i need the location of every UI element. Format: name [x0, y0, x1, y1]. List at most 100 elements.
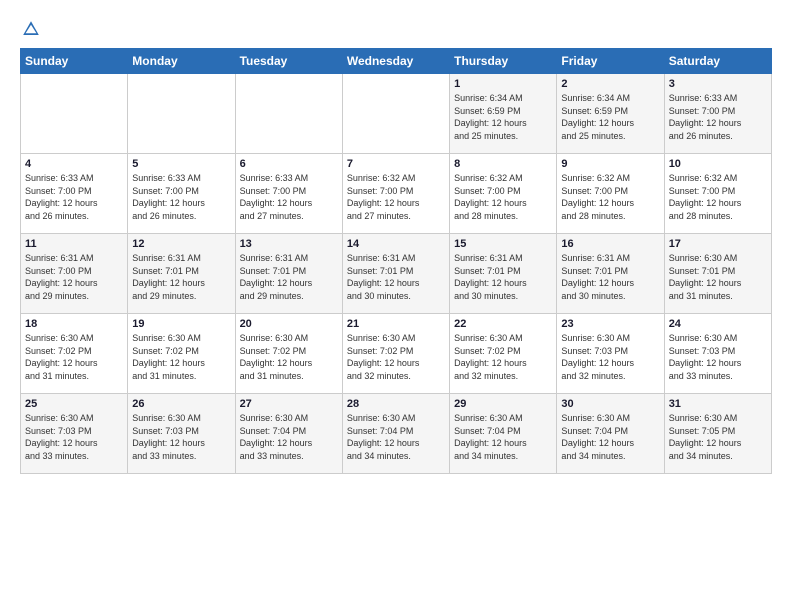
day-number: 20: [240, 318, 338, 330]
calendar-cell: 17Sunrise: 6:30 AM Sunset: 7:01 PM Dayli…: [664, 234, 771, 314]
day-info: Sunrise: 6:34 AM Sunset: 6:59 PM Dayligh…: [561, 92, 659, 142]
day-number: 1: [454, 78, 552, 90]
day-number: 8: [454, 158, 552, 170]
day-info: Sunrise: 6:32 AM Sunset: 7:00 PM Dayligh…: [454, 172, 552, 222]
day-info: Sunrise: 6:31 AM Sunset: 7:01 PM Dayligh…: [240, 252, 338, 302]
calendar-cell: 13 Sunrise: 6:31 AM Sunset: 7:01 PM Dayli…: [235, 234, 342, 314]
calendar-cell: 25 Sunrise: 6:30 AM Sunset: 7:03 PM Dayli…: [21, 394, 128, 474]
calendar-cell: 14 Sunrise: 6:31 AM Sunset: 7:01 PM Dayli…: [342, 234, 449, 314]
column-header-saturday: Saturday: [664, 49, 771, 74]
column-header-wednesday: Wednesday: [342, 49, 449, 74]
day-number: 3: [669, 78, 767, 90]
day-number: 28: [347, 398, 445, 410]
day-number: 24: [669, 318, 767, 330]
logo: [20, 20, 40, 38]
day-info: Sunrise: 6:30 AM Sunset: 7:04 PM Dayligh…: [454, 412, 552, 462]
calendar-cell: 23 Sunrise: 6:30 AM Sunset: 7:03 PM Dayli…: [557, 314, 664, 394]
column-header-friday: Friday: [557, 49, 664, 74]
calendar-cell: 5Sunrise: 6:33 AM Sunset: 7:00 PM Daylig…: [128, 154, 235, 234]
calendar-cell: 2 Sunrise: 6:34 AM Sunset: 6:59 PM Daylig…: [557, 74, 664, 154]
calendar-week-row: 11 Sunrise: 6:31 AM Sunset: 7:00 PM Dayli…: [21, 234, 772, 314]
calendar-cell: 1 Sunrise: 6:34 AM Sunset: 6:59 PM Daylig…: [450, 74, 557, 154]
day-number: 26: [132, 398, 230, 410]
calendar-cell: [235, 74, 342, 154]
day-info: Sunrise: 6:32 AM Sunset: 7:00 PM Dayligh…: [669, 172, 767, 222]
calendar-cell: 21 Sunrise: 6:30 AM Sunset: 7:02 PM Dayli…: [342, 314, 449, 394]
day-info: Sunrise: 6:30 AM Sunset: 7:02 PM Dayligh…: [132, 332, 230, 382]
calendar-cell: 24 Sunrise: 6:30 AM Sunset: 7:03 PM Dayli…: [664, 314, 771, 394]
day-number: 29: [454, 398, 552, 410]
page-header: [20, 20, 772, 38]
calendar-week-row: 25 Sunrise: 6:30 AM Sunset: 7:03 PM Dayli…: [21, 394, 772, 474]
column-header-monday: Monday: [128, 49, 235, 74]
day-info: Sunrise: 6:30 AM Sunset: 7:04 PM Dayligh…: [561, 412, 659, 462]
day-number: 12: [132, 238, 230, 250]
day-info: Sunrise: 6:30 AM Sunset: 7:04 PM Dayligh…: [347, 412, 445, 462]
calendar-cell: 10 Sunrise: 6:32 AM Sunset: 7:00 PM Dayli…: [664, 154, 771, 234]
day-info: Sunrise: 6:31 AM Sunset: 7:01 PM Dayligh…: [132, 252, 230, 302]
day-number: 22: [454, 318, 552, 330]
calendar-cell: [21, 74, 128, 154]
day-info: Sunrise: 6:31 AM Sunset: 7:01 PM Dayligh…: [454, 252, 552, 302]
day-info: Sunrise: 6:30 AM Sunset: 7:03 PM Dayligh…: [132, 412, 230, 462]
day-number: 11: [25, 238, 123, 250]
day-info: Sunrise: 6:32 AM Sunset: 7:00 PM Dayligh…: [561, 172, 659, 222]
day-info: Sunrise: 6:32 AM Sunset: 7:00 PM Dayligh…: [347, 172, 445, 222]
calendar-cell: 7 Sunrise: 6:32 AM Sunset: 7:00 PM Daylig…: [342, 154, 449, 234]
calendar-cell: 16Sunrise: 6:31 AM Sunset: 7:01 PM Dayli…: [557, 234, 664, 314]
column-header-thursday: Thursday: [450, 49, 557, 74]
day-info: Sunrise: 6:31 AM Sunset: 7:00 PM Dayligh…: [25, 252, 123, 302]
day-info: Sunrise: 6:30 AM Sunset: 7:01 PM Dayligh…: [669, 252, 767, 302]
day-info: Sunrise: 6:34 AM Sunset: 6:59 PM Dayligh…: [454, 92, 552, 142]
calendar-week-row: 4Sunrise: 6:33 AM Sunset: 7:00 PM Daylig…: [21, 154, 772, 234]
day-number: 6: [240, 158, 338, 170]
day-info: Sunrise: 6:33 AM Sunset: 7:00 PM Dayligh…: [669, 92, 767, 142]
day-number: 19: [132, 318, 230, 330]
calendar-week-row: 18 Sunrise: 6:30 AM Sunset: 7:02 PM Dayli…: [21, 314, 772, 394]
day-info: Sunrise: 6:31 AM Sunset: 7:01 PM Dayligh…: [347, 252, 445, 302]
calendar-cell: 4Sunrise: 6:33 AM Sunset: 7:00 PM Daylig…: [21, 154, 128, 234]
calendar-cell: 28 Sunrise: 6:30 AM Sunset: 7:04 PM Dayli…: [342, 394, 449, 474]
day-number: 21: [347, 318, 445, 330]
day-info: Sunrise: 6:30 AM Sunset: 7:02 PM Dayligh…: [25, 332, 123, 382]
day-number: 2: [561, 78, 659, 90]
calendar-cell: 29 Sunrise: 6:30 AM Sunset: 7:04 PM Dayli…: [450, 394, 557, 474]
day-number: 7: [347, 158, 445, 170]
day-number: 13: [240, 238, 338, 250]
day-info: Sunrise: 6:30 AM Sunset: 7:03 PM Dayligh…: [669, 332, 767, 382]
calendar-week-row: 1 Sunrise: 6:34 AM Sunset: 6:59 PM Daylig…: [21, 74, 772, 154]
day-info: Sunrise: 6:33 AM Sunset: 7:00 PM Dayligh…: [240, 172, 338, 222]
column-header-sunday: Sunday: [21, 49, 128, 74]
day-info: Sunrise: 6:33 AM Sunset: 7:00 PM Dayligh…: [132, 172, 230, 222]
day-number: 31: [669, 398, 767, 410]
calendar-cell: 20 Sunrise: 6:30 AM Sunset: 7:02 PM Dayli…: [235, 314, 342, 394]
calendar-table: SundayMondayTuesdayWednesdayThursdayFrid…: [20, 48, 772, 474]
day-number: 15: [454, 238, 552, 250]
day-info: Sunrise: 6:30 AM Sunset: 7:03 PM Dayligh…: [25, 412, 123, 462]
day-number: 25: [25, 398, 123, 410]
day-info: Sunrise: 6:30 AM Sunset: 7:02 PM Dayligh…: [240, 332, 338, 382]
day-info: Sunrise: 6:30 AM Sunset: 7:02 PM Dayligh…: [347, 332, 445, 382]
day-number: 23: [561, 318, 659, 330]
day-info: Sunrise: 6:30 AM Sunset: 7:02 PM Dayligh…: [454, 332, 552, 382]
day-number: 18: [25, 318, 123, 330]
day-number: 9: [561, 158, 659, 170]
calendar-cell: 9 Sunrise: 6:32 AM Sunset: 7:00 PM Daylig…: [557, 154, 664, 234]
calendar-cell: 26 Sunrise: 6:30 AM Sunset: 7:03 PM Dayli…: [128, 394, 235, 474]
calendar-cell: [128, 74, 235, 154]
day-info: Sunrise: 6:30 AM Sunset: 7:04 PM Dayligh…: [240, 412, 338, 462]
calendar-cell: 3 Sunrise: 6:33 AM Sunset: 7:00 PM Daylig…: [664, 74, 771, 154]
day-number: 10: [669, 158, 767, 170]
day-number: 30: [561, 398, 659, 410]
column-header-tuesday: Tuesday: [235, 49, 342, 74]
day-info: Sunrise: 6:30 AM Sunset: 7:03 PM Dayligh…: [561, 332, 659, 382]
logo-icon: [22, 20, 40, 38]
day-info: Sunrise: 6:33 AM Sunset: 7:00 PM Dayligh…: [25, 172, 123, 222]
calendar-header-row: SundayMondayTuesdayWednesdayThursdayFrid…: [21, 49, 772, 74]
day-number: 27: [240, 398, 338, 410]
day-number: 16: [561, 238, 659, 250]
calendar-cell: 27 Sunrise: 6:30 AM Sunset: 7:04 PM Dayli…: [235, 394, 342, 474]
day-info: Sunrise: 6:30 AM Sunset: 7:05 PM Dayligh…: [669, 412, 767, 462]
day-number: 14: [347, 238, 445, 250]
calendar-cell: 8 Sunrise: 6:32 AM Sunset: 7:00 PM Daylig…: [450, 154, 557, 234]
